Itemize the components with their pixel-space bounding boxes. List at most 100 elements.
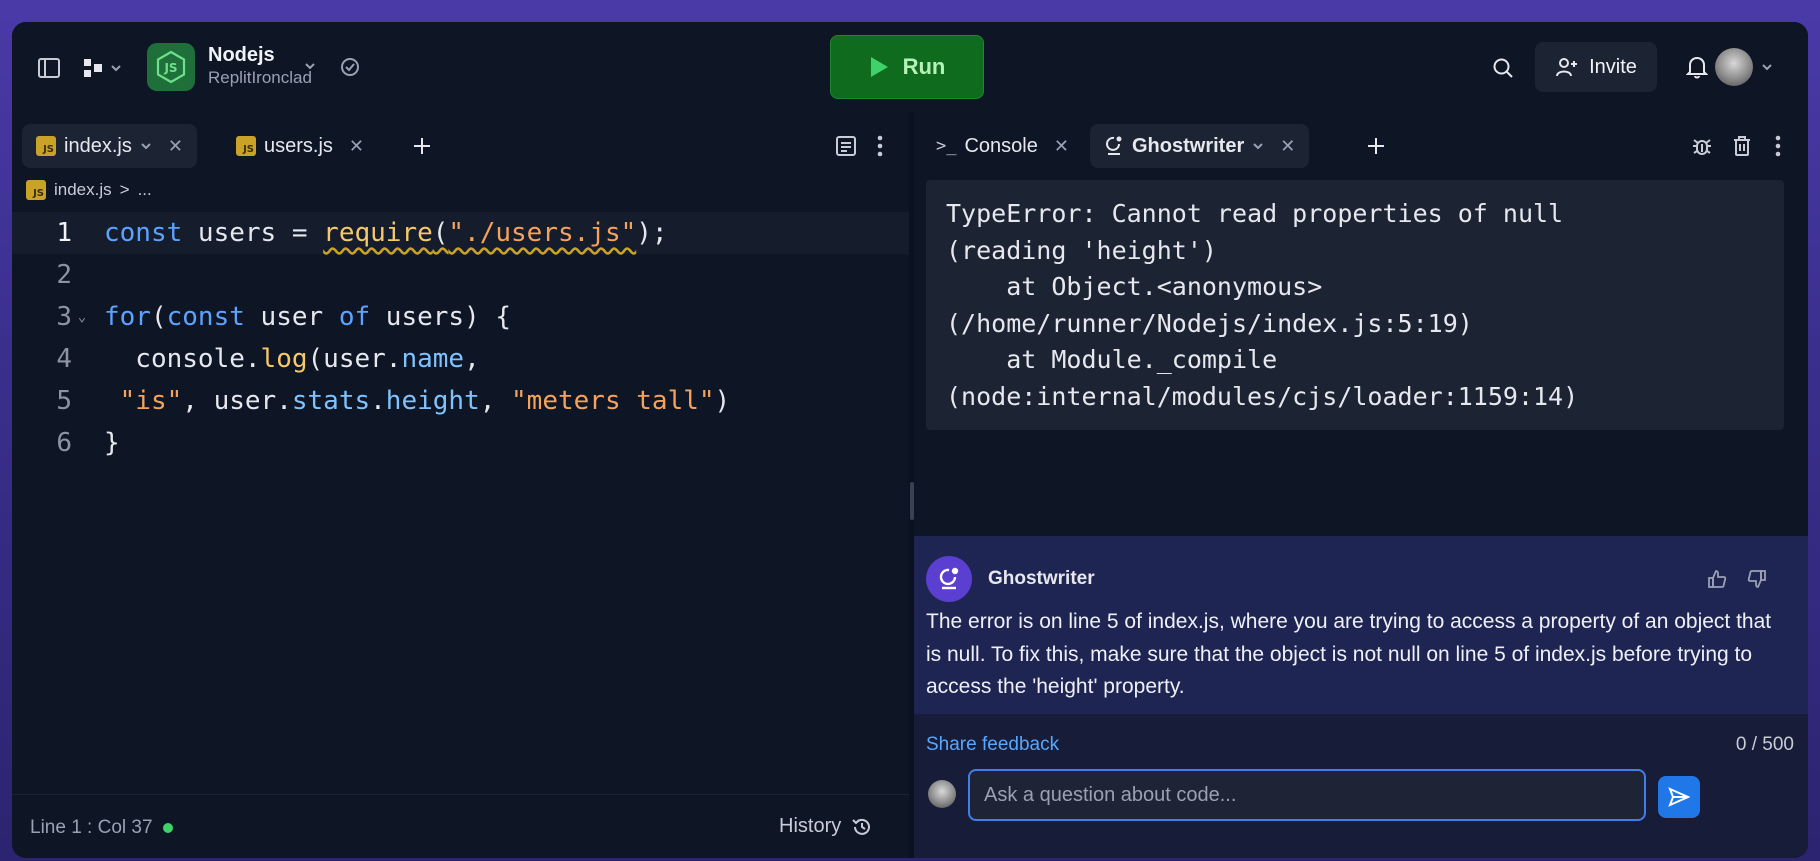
punctuation: ( (432, 218, 449, 248)
identifier: console. (104, 344, 261, 374)
character-count: 0 / 500 (1735, 734, 1794, 755)
identifier: (user. (307, 344, 402, 374)
history-button[interactable]: History (779, 815, 873, 838)
ghostwriter-name: Ghostwriter (988, 568, 1095, 589)
chevron-down-icon[interactable] (302, 58, 318, 74)
breadcrumb-separator: > (119, 180, 130, 199)
nodejs-icon[interactable]: JS (147, 43, 195, 91)
editor-tab-bar: JS index.js ✕ JS users.js ✕ (12, 112, 910, 174)
identifier: users) { (370, 302, 512, 332)
tab-label: index.js (64, 134, 132, 157)
debug-icon[interactable] (1690, 134, 1714, 158)
string-literal: "is" (104, 386, 183, 416)
keyword: of (338, 302, 371, 332)
property: height (385, 386, 480, 416)
identifier: , user. (182, 386, 292, 416)
punctuation: ( (150, 302, 167, 332)
thumbs-up-icon[interactable] (1706, 568, 1728, 590)
keyword: const (166, 302, 245, 332)
send-icon (1668, 787, 1690, 807)
code-line[interactable]: 3 ⌄ for(const user of users) { (12, 296, 910, 338)
console-icon: >_ (936, 136, 957, 156)
chevron-down-icon[interactable] (140, 140, 152, 152)
close-icon[interactable]: ✕ (168, 136, 183, 157)
line-number: 4 (56, 344, 72, 374)
close-icon[interactable]: ✕ (1280, 136, 1295, 157)
identifier: user (244, 302, 339, 332)
function-name: log (260, 344, 308, 374)
code-line[interactable]: 4 console.log(user.name, (12, 338, 910, 380)
tab-console[interactable]: >_ Console ✕ (922, 124, 1083, 168)
punctuation: , (479, 386, 512, 416)
top-bar: JS Nodejs ReplitIronclad Run Invite (12, 22, 1808, 112)
user-avatar[interactable] (1715, 48, 1753, 86)
tools-tab-bar: >_ Console ✕ Ghostwriter ✕ (914, 112, 1808, 174)
add-user-icon (1555, 56, 1579, 78)
code-line[interactable]: 5 "is", user.stats.height, "meters tall"… (12, 380, 910, 422)
code-text: } (92, 428, 120, 458)
string-literal: "meters tall" (511, 386, 715, 416)
close-icon[interactable]: ✕ (1054, 136, 1069, 157)
code-line[interactable]: 1 const users = require("./users.js"); (12, 212, 910, 254)
tools-menu[interactable] (78, 55, 126, 81)
breadcrumb: JS index.js > ... (26, 180, 152, 200)
trash-icon[interactable] (1730, 134, 1754, 158)
tab-label: users.js (264, 134, 333, 157)
play-icon (869, 56, 889, 78)
more-options-icon[interactable] (1770, 134, 1786, 158)
app-window: JS Nodejs ReplitIronclad Run Invite JS i… (12, 22, 1808, 858)
identifier: users = (182, 218, 324, 248)
property: name (401, 344, 465, 374)
fold-chevron-icon[interactable]: ⌄ (72, 309, 92, 325)
svg-text:JS: JS (163, 61, 177, 75)
ask-question-input[interactable] (968, 769, 1646, 821)
code-text: for(const user of users) { (92, 302, 511, 332)
share-feedback-link[interactable]: Share feedback (926, 734, 1059, 756)
add-tab-icon[interactable] (410, 134, 434, 158)
repl-owner[interactable]: ReplitIronclad (208, 68, 312, 88)
code-line[interactable]: 2 (12, 254, 910, 296)
javascript-file-icon: JS (36, 136, 56, 156)
invite-button[interactable]: Invite (1535, 42, 1657, 92)
punctuation: . (370, 386, 386, 416)
repl-name[interactable]: Nodejs (208, 44, 275, 67)
user-avatar (928, 780, 956, 808)
line-number: 5 (56, 386, 72, 416)
add-tab-icon[interactable] (1364, 134, 1388, 158)
tab-ghostwriter[interactable]: Ghostwriter ✕ (1090, 124, 1310, 168)
send-button[interactable] (1658, 776, 1700, 818)
more-options-icon[interactable] (872, 134, 888, 158)
code-text: console.log(user.name, (92, 344, 479, 374)
breadcrumb-more[interactable]: ... (138, 180, 152, 200)
thumbs-down-icon[interactable] (1746, 568, 1768, 590)
editor-pane: JS index.js ✕ JS users.js ✕ JS index.js … (12, 112, 910, 858)
code-editor[interactable]: 1 const users = require("./users.js"); 2… (12, 212, 910, 464)
search-icon[interactable] (1491, 56, 1515, 80)
line-number: 1 (56, 218, 72, 248)
javascript-file-icon: JS (26, 180, 46, 200)
tab-users-js[interactable]: JS users.js ✕ (222, 124, 378, 168)
property: stats (291, 386, 371, 416)
outline-icon[interactable] (834, 134, 858, 158)
punctuation: ) (714, 386, 731, 416)
cloud-check-icon[interactable] (338, 55, 362, 79)
sidebar-toggle-icon[interactable] (36, 55, 62, 81)
code-text: "is", user.stats.height, "meters tall") (92, 386, 731, 416)
run-button[interactable]: Run (830, 35, 984, 99)
code-text: const users = require("./users.js"); (92, 218, 668, 248)
ghostwriter-icon (1104, 135, 1124, 157)
editor-status-bar: Line 1 : Col 37 History (12, 794, 910, 858)
close-icon[interactable]: ✕ (349, 136, 364, 157)
breadcrumb-file[interactable]: index.js (54, 180, 112, 200)
bell-icon[interactable] (1685, 55, 1709, 79)
chevron-down-icon (110, 62, 122, 74)
chevron-down-icon[interactable] (1760, 60, 1774, 74)
cursor-position-text: Line 1 : Col 37 (30, 817, 153, 838)
code-line[interactable]: 6 } (12, 422, 910, 464)
invite-label: Invite (1589, 55, 1637, 78)
cursor-position[interactable]: Line 1 : Col 37 (30, 817, 173, 839)
tab-index-js[interactable]: JS index.js ✕ (22, 124, 197, 168)
tab-label: Console (964, 134, 1038, 157)
chevron-down-icon[interactable] (1252, 140, 1264, 152)
tools-icon (82, 57, 104, 79)
